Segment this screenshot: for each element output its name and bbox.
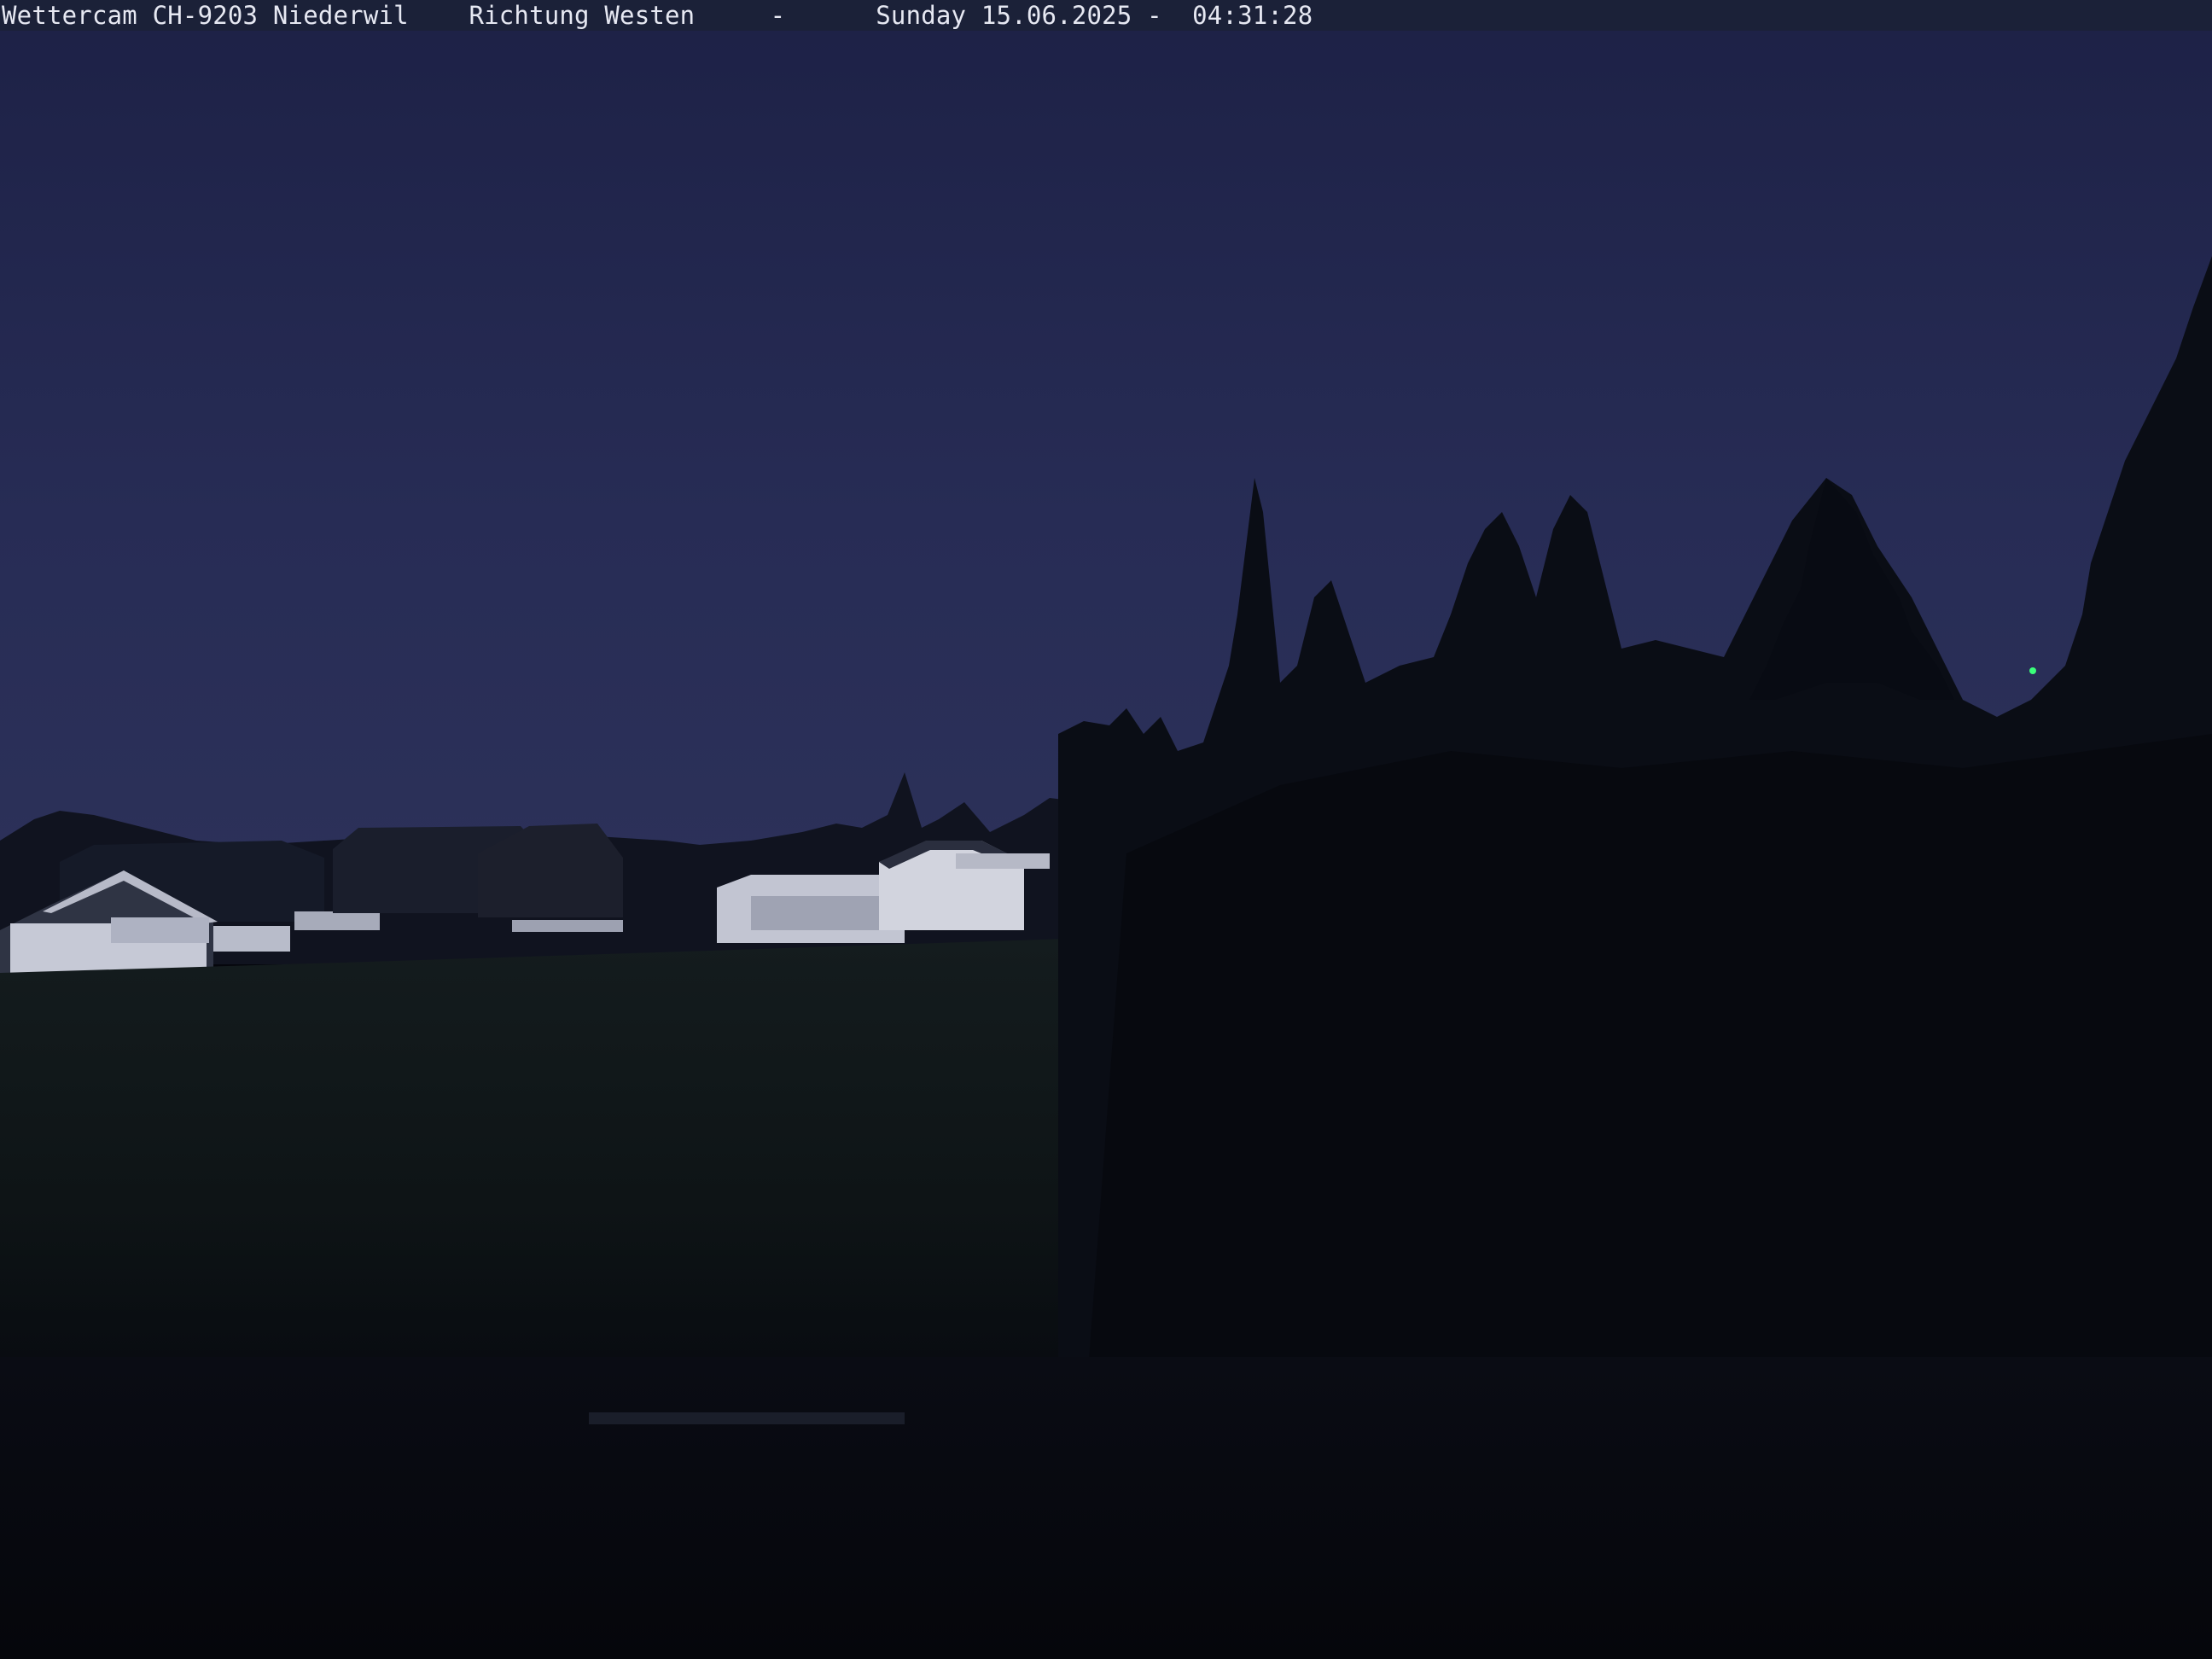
green-light-dot xyxy=(2029,667,2036,674)
dusk-landscape-scene xyxy=(0,0,2212,1659)
webcam-frame: Wettercam CH-9203 Niederwil Richtung Wes… xyxy=(0,0,2212,1659)
fence-rail xyxy=(589,1412,905,1424)
webcam-caption: Wettercam CH-9203 Niederwil Richtung Wes… xyxy=(2,1,1313,30)
foreground-hedge xyxy=(0,1357,2212,1659)
webcam-caption-bar: Wettercam CH-9203 Niederwil Richtung Wes… xyxy=(0,0,2212,31)
